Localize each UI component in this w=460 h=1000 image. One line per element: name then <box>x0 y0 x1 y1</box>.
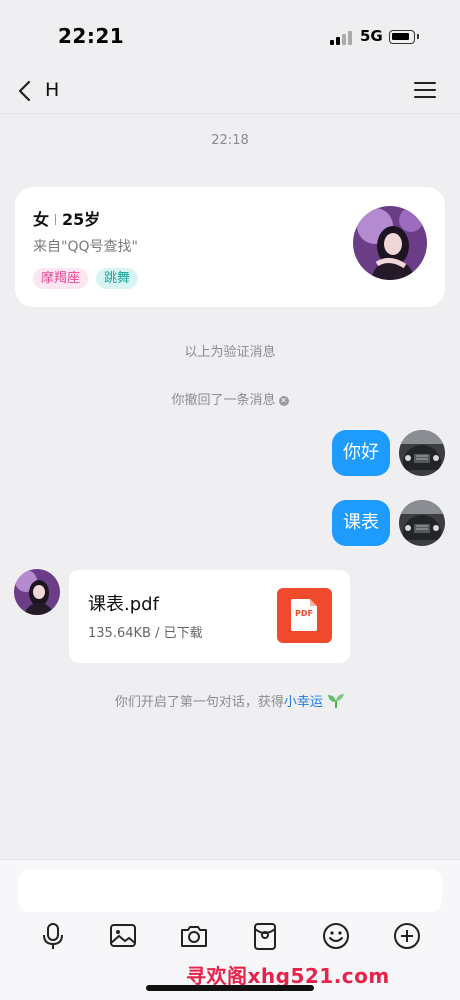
chat-title: H <box>45 79 60 101</box>
tag-zodiac: 摩羯座 <box>33 268 89 289</box>
profile-gender: 女 <box>33 210 50 229</box>
verify-notice: 以上为验证消息 <box>184 345 276 360</box>
sprout-icon <box>328 694 345 708</box>
profile-card[interactable]: 女 25岁 来自"QQ号查找" 摩羯座 跳舞 <box>15 187 445 307</box>
network-type: 5G <box>360 27 383 45</box>
file-meta: 135.64KB / 已下载 <box>88 626 203 641</box>
camera-icon[interactable] <box>179 921 209 951</box>
luck-link[interactable]: 小幸运 <box>284 695 323 710</box>
my-avatar[interactable] <box>399 500 445 546</box>
battery-icon <box>389 30 419 44</box>
status-time: 22:21 <box>58 24 125 48</box>
file-name: 课表.pdf <box>88 594 159 615</box>
message-input[interactable] <box>18 869 442 912</box>
message-timestamp: 22:18 <box>211 133 249 148</box>
contact-avatar-large[interactable] <box>353 206 427 280</box>
profile-tags: 摩羯座 跳舞 <box>33 268 139 289</box>
profile-age: 25岁 <box>62 210 101 229</box>
chevron-left-icon <box>18 80 31 102</box>
profile-source: 来自"QQ号查找" <box>33 239 138 255</box>
message-bubble-outgoing[interactable]: 课表 <box>332 500 390 546</box>
pdf-file-icon: PDF <box>277 588 332 643</box>
emoji-icon[interactable] <box>321 921 351 951</box>
contact-avatar[interactable] <box>14 569 60 615</box>
image-icon[interactable] <box>108 921 138 951</box>
home-indicator[interactable] <box>146 985 314 991</box>
signal-icon <box>330 31 352 45</box>
hamburger-menu-icon <box>414 82 436 98</box>
message-bubble-outgoing[interactable]: 你好 <box>332 430 390 476</box>
status-bar: 22:21 5G <box>0 0 460 70</box>
nav-bar: H <box>0 70 460 114</box>
tag-hobby: 跳舞 <box>96 268 139 289</box>
profile-basic-info: 女 25岁 <box>33 206 100 230</box>
back-button[interactable] <box>14 76 38 106</box>
microphone-icon[interactable] <box>38 921 68 951</box>
input-area: 寻欢阁xhg521.com <box>0 859 460 1000</box>
close-icon[interactable]: ✕ <box>278 396 289 406</box>
red-packet-icon[interactable] <box>250 921 280 951</box>
recall-notice: 你撤回了一条消息 ✕ <box>171 393 289 408</box>
plus-circle-icon[interactable] <box>392 921 422 951</box>
luck-notice: 你们开启了第一句对话，获得小幸运 <box>0 691 460 710</box>
file-message-card[interactable]: 课表.pdf 135.64KB / 已下载 PDF <box>69 570 350 663</box>
my-avatar[interactable] <box>399 430 445 476</box>
menu-button[interactable] <box>412 78 438 102</box>
